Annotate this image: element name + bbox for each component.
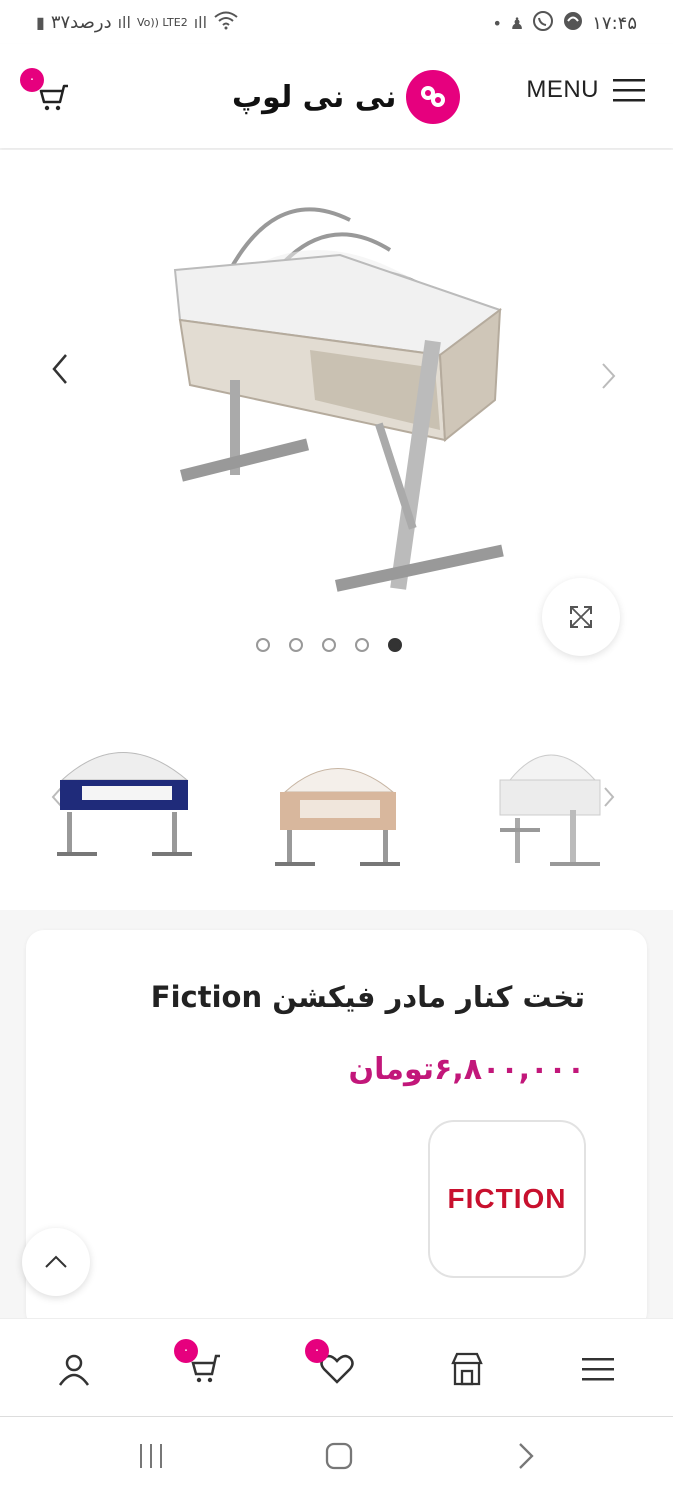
hamburger-icon	[613, 79, 645, 102]
hamburger-icon	[582, 1358, 614, 1381]
back-icon[interactable]	[515, 1441, 537, 1475]
gallery-next-icon[interactable]	[600, 355, 618, 401]
cart-count-badge: ۰	[20, 68, 44, 92]
status-bar: ▮ ۳۷درصد ıll Vo)) LTE2 ıll • ♟ ۱۷:۴۵	[0, 0, 673, 44]
product-main-image[interactable]	[160, 180, 520, 610]
nav-account[interactable]	[50, 1345, 98, 1393]
menu-button[interactable]: MENU	[526, 76, 645, 104]
gallery-prev-icon[interactable]	[50, 350, 70, 396]
home-icon[interactable]	[324, 1441, 354, 1475]
user-icon	[58, 1354, 90, 1386]
wifi-icon	[213, 10, 239, 34]
signal-icon-2: ıll	[193, 12, 208, 32]
site-logo[interactable]: نی نی لوپ	[232, 70, 461, 124]
gallery-pagination	[256, 638, 402, 652]
scroll-top-button[interactable]	[22, 1228, 90, 1296]
menu-label: MENU	[526, 76, 599, 103]
thumbnail-strip	[0, 690, 673, 910]
logo-mark-icon	[406, 70, 461, 124]
wishlist-count-badge: ۰	[305, 1339, 329, 1363]
product-title: تخت کنار مادر فیکشن Fiction	[150, 980, 585, 1014]
nav-shop[interactable]	[443, 1345, 491, 1393]
bottom-nav: ۰ ۰	[0, 1318, 673, 1417]
nav-wishlist[interactable]: ۰	[305, 1339, 361, 1393]
browser-icon	[562, 10, 584, 36]
product-price: ۶,۸۰۰,۰۰۰تومان	[348, 1052, 586, 1087]
status-right: • ♟ ۱۷:۴۵	[492, 10, 637, 36]
expand-icon	[570, 606, 592, 628]
nav-cart[interactable]: ۰	[174, 1339, 230, 1393]
zoom-button[interactable]	[542, 578, 620, 656]
whatsapp-icon	[532, 10, 554, 36]
signal-icon: ıll	[117, 12, 131, 32]
cart-count-badge: ۰	[174, 1339, 198, 1363]
logo-text: نی نی لوپ	[232, 79, 397, 115]
dot-icon: •	[492, 13, 502, 33]
system-nav-bar	[0, 1416, 673, 1501]
thumbnail-navy-crib[interactable]	[52, 740, 192, 860]
network-text: Vo)) LTE2	[136, 15, 188, 29]
gallery-dot-2[interactable]	[289, 638, 303, 652]
thumb-next-icon[interactable]	[602, 785, 616, 813]
product-gallery	[0, 150, 673, 690]
store-icon	[451, 1352, 483, 1386]
nav-menu[interactable]	[574, 1345, 622, 1393]
brand-logo: FICTION	[447, 1183, 567, 1214]
header-cart-button[interactable]: ۰	[20, 68, 72, 112]
battery-icon: ▮	[36, 12, 45, 32]
gallery-dot-1[interactable]	[256, 638, 270, 652]
gallery-dot-4[interactable]	[355, 638, 369, 652]
chevron-up-icon	[45, 1255, 67, 1268]
gallery-dot-3[interactable]	[322, 638, 336, 652]
gallery-dot-5[interactable]	[388, 638, 402, 652]
recent-apps-icon[interactable]	[136, 1441, 166, 1475]
app-icon: ♟	[509, 13, 525, 33]
status-left: ▮ ۳۷درصد ıll Vo)) LTE2 ıll	[36, 10, 239, 34]
thumbnail-grey-crib[interactable]	[495, 740, 605, 870]
brand-logo-box[interactable]: FICTION	[428, 1120, 586, 1278]
site-header: ۰ نی نی لوپ MENU	[0, 44, 673, 148]
thumbnail-beige-crib[interactable]	[275, 760, 400, 870]
status-time: ۱۷:۴۵	[592, 12, 637, 34]
cart-icon	[39, 84, 68, 111]
product-info-card: تخت کنار مادر فیکشن Fiction ۶,۸۰۰,۰۰۰توم…	[26, 930, 647, 1330]
battery-text: ۳۷درصد	[50, 11, 112, 33]
